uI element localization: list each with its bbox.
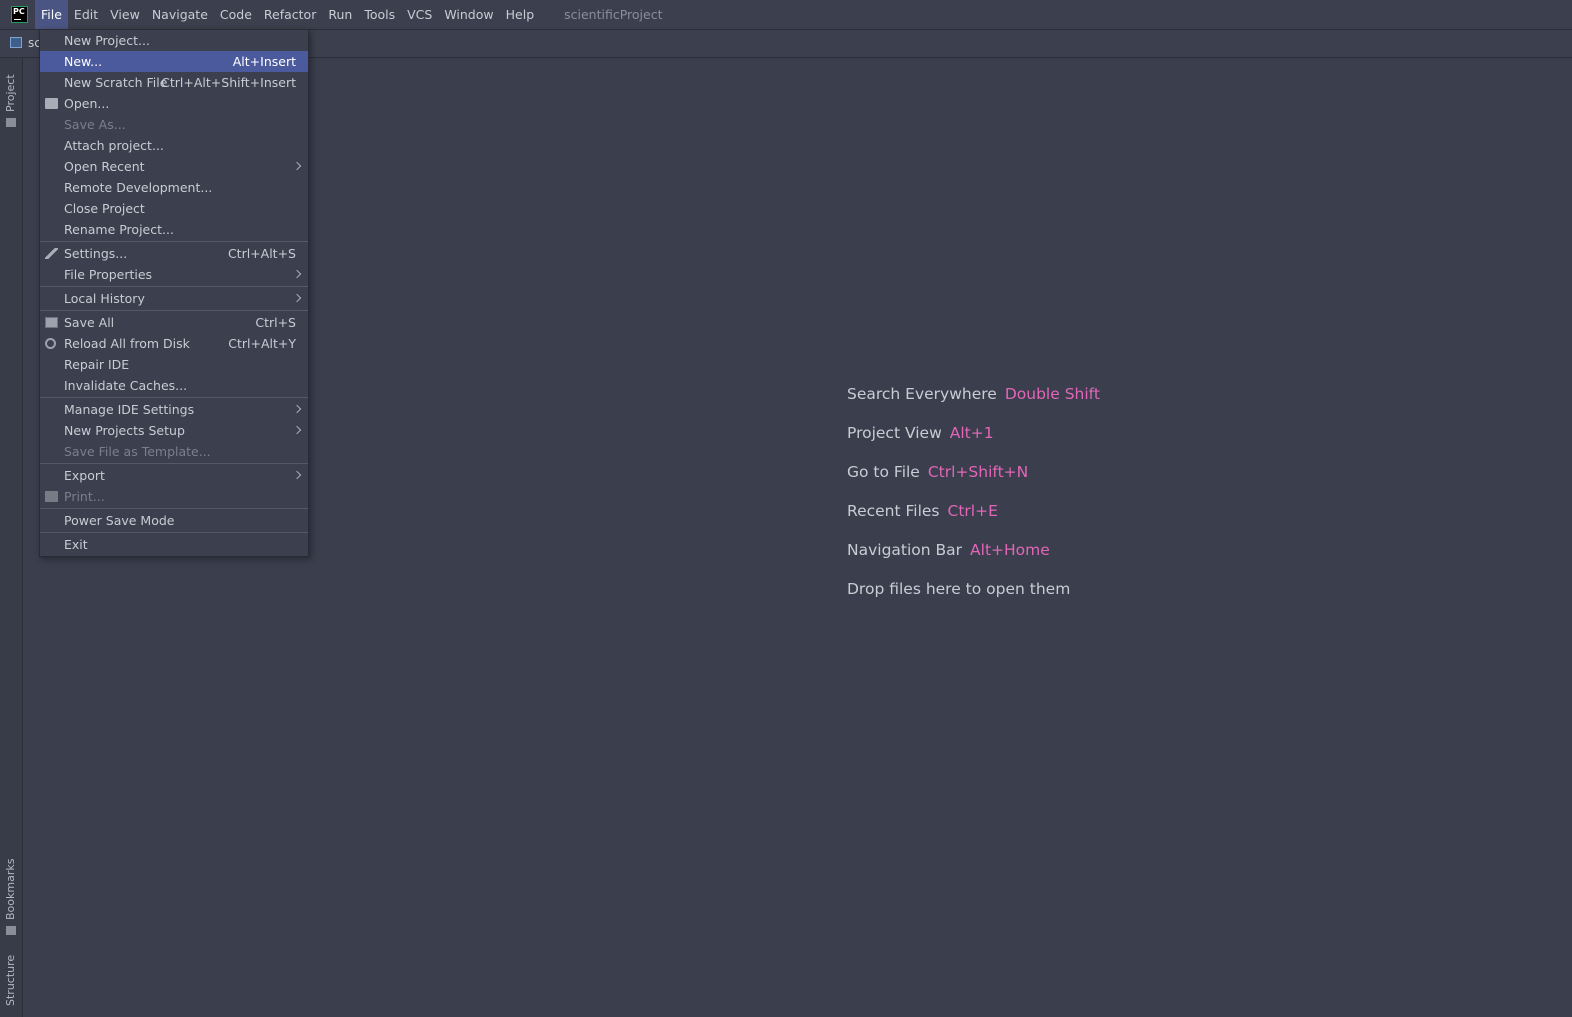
chevron-right-icon: [292, 470, 302, 480]
menu-item-power-save-mode[interactable]: Power Save Mode: [40, 510, 308, 531]
save-icon: [45, 317, 58, 328]
open-folder-icon: [45, 98, 58, 109]
menu-item-save-file-as-template: Save File as Template...: [64, 444, 211, 459]
menu-item-open-recent[interactable]: Open Recent: [40, 156, 308, 177]
hint-recent-files: Recent Files Ctrl+E: [847, 502, 998, 520]
empty-editor-hints: Search Everywhere Double Shift Project Vi…: [847, 385, 1100, 619]
menu-code[interactable]: Code: [214, 0, 258, 29]
menu-item-attach-project[interactable]: Attach project...: [40, 135, 308, 156]
menu-item-exit[interactable]: Exit: [40, 534, 308, 555]
menu-window[interactable]: Window: [438, 0, 499, 29]
menu-vcs[interactable]: VCS: [401, 0, 438, 29]
menu-item-print: Print...: [40, 486, 308, 507]
menu-separator: [40, 508, 308, 509]
project-title: scientificProject: [564, 7, 663, 22]
menu-separator: [40, 286, 308, 287]
menu-item-export[interactable]: Export: [40, 465, 308, 486]
menu-bar: PC File Edit View Navigate Code Refactor…: [0, 0, 1572, 30]
menu-file[interactable]: File: [35, 0, 68, 29]
left-tool-strip: Project Bookmarks Structure: [0, 58, 23, 1017]
menu-edit[interactable]: Edit: [68, 0, 104, 29]
menu-separator: [40, 241, 308, 242]
chevron-right-icon: [292, 161, 302, 171]
menu-separator: [40, 532, 308, 533]
menu-item-settings[interactable]: Settings... Ctrl+Alt+S: [40, 243, 308, 264]
menu-item-save-as: Save As...: [64, 117, 126, 132]
folder-icon: [6, 118, 16, 127]
chevron-right-icon: [292, 293, 302, 303]
menu-separator: [40, 463, 308, 464]
menu-separator: [40, 397, 308, 398]
project-tool-tab[interactable]: Project: [0, 68, 22, 128]
menu-tools[interactable]: Tools: [358, 0, 401, 29]
pycharm-logo-icon[interactable]: PC: [11, 6, 28, 23]
printer-icon: [45, 491, 58, 502]
chevron-right-icon: [292, 425, 302, 435]
bookmarks-tool-tab[interactable]: Bookmarks: [0, 859, 22, 938]
project-folder-icon: [10, 37, 22, 48]
menu-item-new-scratch-file[interactable]: New Scratch File Ctrl+Alt+Shift+Insert: [40, 72, 308, 93]
menu-refactor[interactable]: Refactor: [258, 0, 322, 29]
file-menu-dropdown: New Project... New... Alt+Insert New Scra…: [39, 29, 309, 557]
chevron-right-icon: [292, 404, 302, 414]
menu-item-new-project[interactable]: New Project...: [40, 30, 308, 51]
menu-item-new[interactable]: New... Alt+Insert: [40, 51, 308, 72]
menu-separator: [40, 310, 308, 311]
menu-item-repair-ide[interactable]: Repair IDE: [40, 354, 308, 375]
menu-item-reload-all[interactable]: Reload All from Disk Ctrl+Alt+Y: [40, 333, 308, 354]
structure-tool-tab[interactable]: Structure: [0, 955, 22, 1017]
menu-item-remote-development[interactable]: Remote Development...: [40, 177, 308, 198]
menu-item-close-project[interactable]: Close Project: [40, 198, 308, 219]
menu-item-file-properties[interactable]: File Properties: [40, 264, 308, 285]
hint-drop-files: Drop files here to open them: [847, 580, 1071, 598]
menu-run[interactable]: Run: [322, 0, 358, 29]
hint-go-to-file: Go to File Ctrl+Shift+N: [847, 463, 1029, 481]
wrench-icon: [45, 248, 58, 259]
menu-help[interactable]: Help: [500, 0, 541, 29]
bookmark-icon: [6, 926, 16, 935]
hint-navigation-bar: Navigation Bar Alt+Home: [847, 541, 1050, 559]
menu-item-save-all[interactable]: Save All Ctrl+S: [40, 312, 308, 333]
menu-item-rename-project[interactable]: Rename Project...: [40, 219, 308, 240]
hint-search-everywhere: Search Everywhere Double Shift: [847, 385, 1100, 403]
reload-icon: [45, 338, 56, 349]
menu-item-local-history[interactable]: Local History: [40, 288, 308, 309]
menu-item-invalidate-caches[interactable]: Invalidate Caches...: [40, 375, 308, 396]
menu-item-manage-ide-settings[interactable]: Manage IDE Settings: [40, 399, 308, 420]
hint-project-view: Project View Alt+1: [847, 424, 994, 442]
menu-item-new-projects-setup[interactable]: New Projects Setup: [40, 420, 308, 441]
menu-navigate[interactable]: Navigate: [146, 0, 214, 29]
chevron-right-icon: [292, 269, 302, 279]
menu-item-open[interactable]: Open...: [40, 93, 308, 114]
menu-view[interactable]: View: [104, 0, 146, 29]
